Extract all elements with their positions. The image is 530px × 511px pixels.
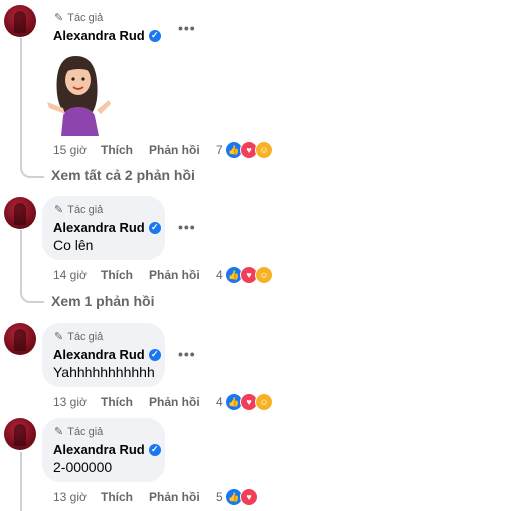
thread-line <box>20 38 22 166</box>
reply-button[interactable]: Phản hồi <box>149 143 200 157</box>
reactions[interactable]: 👍 ♥ ☺ <box>225 266 273 284</box>
reply-button[interactable]: Phản hồi <box>149 490 200 504</box>
author-name[interactable]: Alexandra Rud <box>53 220 145 235</box>
avatar[interactable] <box>4 323 36 355</box>
timestamp[interactable]: 14 giờ <box>53 268 101 282</box>
care-icon: ☺ <box>255 266 273 284</box>
timestamp[interactable]: 13 giờ <box>53 395 101 409</box>
comment-actions: 13 giờ Thích Phản hồi <box>53 490 200 504</box>
author-name-row: Alexandra Rud ✓ <box>53 28 161 43</box>
like-button[interactable]: Thích <box>101 490 149 504</box>
reply-button[interactable]: Phản hồi <box>149 268 200 282</box>
author-name-row: Alexandra Rud ✓ <box>53 220 161 235</box>
avatar[interactable] <box>4 418 36 450</box>
view-replies-link[interactable]: Xem tất cả 2 phản hồi <box>51 167 195 183</box>
author-badge: ✎ Tác giả <box>54 11 104 25</box>
reply-button[interactable]: Phản hồi <box>149 395 200 409</box>
pencil-icon: ✎ <box>54 12 64 24</box>
love-icon: ♥ <box>240 488 258 506</box>
verified-icon: ✓ <box>148 348 161 361</box>
care-icon: ☺ <box>255 393 273 411</box>
thread-line <box>20 452 22 511</box>
avatar[interactable] <box>4 5 36 37</box>
author-name[interactable]: Alexandra Rud <box>53 28 145 43</box>
author-name[interactable]: Alexandra Rud <box>53 347 145 362</box>
verified-icon: ✓ <box>148 221 161 234</box>
thread-curve <box>20 162 44 178</box>
reaction-count[interactable]: 7 <box>216 143 223 157</box>
comment-text: 2-000000 <box>53 459 113 475</box>
author-name-row: Alexandra Rud ✓ <box>53 442 161 457</box>
timestamp[interactable]: 15 giờ <box>53 143 101 157</box>
reaction-count[interactable]: 4 <box>216 268 223 282</box>
comment-text: Co lên <box>53 237 94 253</box>
author-name-row: Alexandra Rud ✓ <box>53 347 161 362</box>
author-badge: ✎ Tác giả <box>54 425 104 439</box>
care-icon: ☺ <box>255 141 273 159</box>
reaction-count[interactable]: 5 <box>216 490 223 504</box>
thread-line <box>20 230 22 292</box>
more-options-icon[interactable]: ••• <box>178 20 196 36</box>
comment-actions: 14 giờ Thích Phản hồi <box>53 268 200 282</box>
like-button[interactable]: Thích <box>101 268 149 282</box>
like-button[interactable]: Thích <box>101 143 149 157</box>
reactions[interactable]: 👍 ♥ ☺ <box>225 393 273 411</box>
sticker-image <box>47 56 111 136</box>
author-badge: ✎ Tác giả <box>54 203 104 217</box>
like-button[interactable]: Thích <box>101 395 149 409</box>
author-name[interactable]: Alexandra Rud <box>53 442 145 457</box>
author-badge-label: Tác giả <box>67 203 104 216</box>
verified-icon: ✓ <box>148 443 161 456</box>
pencil-icon: ✎ <box>54 204 64 216</box>
pencil-icon: ✎ <box>54 331 64 343</box>
author-badge-label: Tác giả <box>67 330 104 343</box>
pencil-icon: ✎ <box>54 426 64 438</box>
thread-curve <box>20 287 44 303</box>
verified-icon: ✓ <box>148 29 161 42</box>
timestamp[interactable]: 13 giờ <box>53 490 101 504</box>
avatar[interactable] <box>4 197 36 229</box>
author-badge-label: Tác giả <box>67 11 104 24</box>
more-options-icon[interactable]: ••• <box>178 346 196 362</box>
reactions[interactable]: 👍 ♥ ☺ <box>225 141 273 159</box>
comment-actions: 15 giờ Thích Phản hồi <box>53 143 200 157</box>
author-badge: ✎ Tác giả <box>54 330 104 344</box>
author-badge-label: Tác giả <box>67 425 104 438</box>
reactions[interactable]: 👍 ♥ <box>225 488 258 506</box>
comment-actions: 13 giờ Thích Phản hồi <box>53 395 200 409</box>
reaction-count[interactable]: 4 <box>216 395 223 409</box>
comment-text: Yahhhhhhhhhhh <box>53 364 155 380</box>
view-replies-link[interactable]: Xem 1 phản hồi <box>51 293 154 309</box>
more-options-icon[interactable]: ••• <box>178 219 196 235</box>
